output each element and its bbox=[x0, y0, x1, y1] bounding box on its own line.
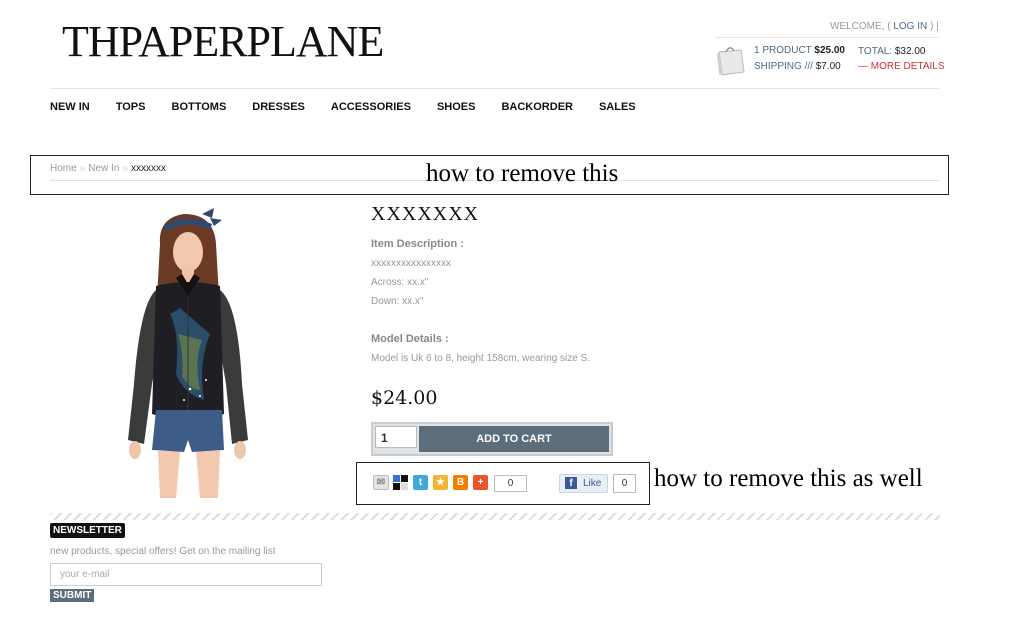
total-price: $32.00 bbox=[894, 46, 926, 57]
annotation-text-2: how to remove this as well bbox=[654, 465, 923, 492]
more-details-link[interactable]: — MORE DETAILS bbox=[858, 61, 945, 72]
welcome-prefix: WELCOME, ( bbox=[830, 21, 891, 32]
total-label: TOTAL: bbox=[858, 46, 893, 57]
product-title: XXXXXXX bbox=[371, 203, 480, 225]
hatched-divider bbox=[50, 513, 940, 520]
newsletter-email-input[interactable]: your e-mail bbox=[50, 563, 322, 586]
twitter-icon[interactable]: t bbox=[413, 475, 428, 490]
site-logo[interactable]: THPAPERPLANE bbox=[62, 18, 384, 66]
description-line-down: Down: xx.x" bbox=[371, 296, 424, 307]
model-details-text: Model is Uk 6 to 8, height 158cm, wearin… bbox=[371, 353, 590, 364]
description-line-across: Across: xx.x" bbox=[371, 277, 429, 288]
share-count: 0 bbox=[494, 475, 527, 492]
cart-summary-items: 1 PRODUCT $25.00 bbox=[754, 45, 845, 56]
welcome-suffix: ) | bbox=[930, 21, 939, 32]
add-to-cart-form: 1 ADD TO CART bbox=[371, 422, 613, 456]
newsletter-text: new products, special offers! Get on the… bbox=[50, 546, 276, 557]
nav-item-accessories[interactable]: ACCESSORIES bbox=[331, 101, 411, 113]
shipping-price: $7.00 bbox=[815, 61, 841, 72]
shopping-bag-icon[interactable] bbox=[716, 44, 746, 76]
nav-item-tops[interactable]: TOPS bbox=[116, 101, 146, 113]
welcome-bar: WELCOME, ( LOG IN ) | bbox=[830, 21, 939, 32]
favorite-icon[interactable]: ★ bbox=[433, 475, 448, 490]
facebook-icon: f bbox=[565, 477, 577, 489]
more-share-icon[interactable]: + bbox=[473, 475, 488, 490]
product-price: $24.00 bbox=[371, 387, 438, 409]
main-nav: NEW IN TOPS BOTTOMS DRESSES ACCESSORIES … bbox=[50, 101, 662, 113]
facebook-like-button[interactable]: f Like bbox=[559, 474, 608, 493]
nav-item-sales[interactable]: SALES bbox=[599, 101, 636, 113]
nav-item-shoes[interactable]: SHOES bbox=[437, 101, 476, 113]
nav-item-dresses[interactable]: DRESSES bbox=[252, 101, 305, 113]
item-description-heading: Item Description : bbox=[371, 238, 464, 250]
add-to-cart-button[interactable]: ADD TO CART bbox=[419, 426, 609, 452]
cart-total: TOTAL: $32.00 bbox=[858, 46, 925, 57]
like-label: Like bbox=[583, 478, 602, 489]
login-link[interactable]: LOG IN bbox=[893, 21, 927, 32]
header-dotted-divider bbox=[716, 37, 938, 38]
breadcrumb-new-in[interactable]: New In bbox=[88, 163, 119, 174]
breadcrumb-current: xxxxxxx bbox=[130, 163, 166, 174]
annotation-text-1: how to remove this bbox=[426, 160, 619, 187]
breadcrumb: Home» New In» xxxxxxx bbox=[50, 163, 166, 174]
product-image[interactable] bbox=[120, 204, 260, 498]
quantity-input[interactable]: 1 bbox=[375, 426, 417, 448]
newsletter-submit-button[interactable]: SUBMIT bbox=[50, 589, 95, 602]
email-icon[interactable]: ✉ bbox=[373, 475, 389, 490]
model-details-heading: Model Details : bbox=[371, 333, 449, 345]
header-divider bbox=[50, 88, 940, 89]
cart-items-count: 1 PRODUCT bbox=[754, 45, 812, 56]
cart-summary-shipping: SHIPPING /// $7.00 bbox=[754, 61, 841, 72]
newsletter-badge: NEWSLETTER bbox=[50, 523, 125, 538]
cart-items-price: $25.00 bbox=[814, 45, 845, 56]
blogger-icon[interactable]: B bbox=[453, 475, 468, 490]
nav-item-bottoms[interactable]: BOTTOMS bbox=[172, 101, 227, 113]
like-count: 0 bbox=[613, 474, 636, 493]
delicious-icon[interactable] bbox=[393, 475, 408, 490]
breadcrumb-home[interactable]: Home bbox=[50, 163, 77, 174]
description-line-1: xxxxxxxxxxxxxxxx bbox=[371, 258, 451, 269]
shipping-label: SHIPPING /// bbox=[754, 61, 813, 72]
nav-item-backorder[interactable]: BACKORDER bbox=[501, 101, 573, 113]
nav-item-new-in[interactable]: NEW IN bbox=[50, 101, 90, 113]
